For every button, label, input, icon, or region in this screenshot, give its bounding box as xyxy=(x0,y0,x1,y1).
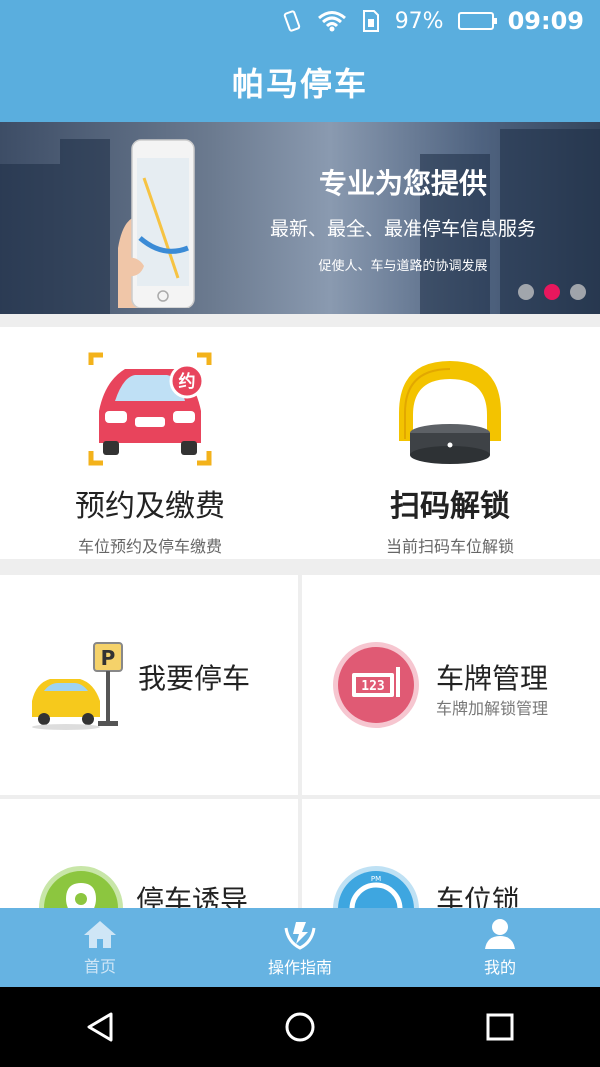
svg-text:P: P xyxy=(101,646,116,670)
battery-icon xyxy=(457,12,497,30)
phone-in-hand-icon xyxy=(118,139,195,308)
reserve-badge-text: 约 xyxy=(179,371,196,392)
car-parking-sign-icon: P xyxy=(32,642,123,730)
building-silhouette xyxy=(60,139,110,314)
feature-row: 约 预约及缴费 车位预约及停车缴费 扫码解锁 当前扫码车位解锁 xyxy=(0,327,600,559)
location-pin-icon xyxy=(39,866,123,908)
banner-text: 专业为您提供 最新、最全、最准停车信息服务 促使人、车与道路的协调发展 xyxy=(258,162,548,274)
guide-hands-icon xyxy=(284,921,316,950)
status-bar: 97% 09:09 xyxy=(0,0,600,42)
parking-lock-gauge-icon: PM xyxy=(333,866,419,908)
scan-unlock-subtitle: 当前扫码车位解锁 xyxy=(385,537,514,556)
nav-home[interactable]: 首页 xyxy=(0,908,200,987)
nav-guide[interactable]: 操作指南 xyxy=(200,908,400,987)
svg-text:PM: PM xyxy=(371,875,381,883)
home-circle-icon[interactable] xyxy=(283,1010,317,1044)
banner-headline: 专业为您提供 xyxy=(318,167,487,200)
reserve-and-pay-card[interactable]: 约 预约及缴费 车位预约及停车缴费 xyxy=(0,327,300,559)
app-bar: 帕马停车 xyxy=(0,42,600,122)
banner-tagline: 促使人、车与道路的协调发展 xyxy=(318,259,488,274)
bottom-nav: 首页 操作指南 我的 xyxy=(0,908,600,987)
sim-icon xyxy=(361,9,381,33)
app-title: 帕马停车 xyxy=(231,65,368,103)
license-plate-icon: 123 xyxy=(333,642,419,728)
scan-unlock-card[interactable]: 扫码解锁 当前扫码车位解锁 xyxy=(300,327,600,559)
user-icon xyxy=(485,918,515,949)
reserve-and-pay-subtitle: 车位预约及停车缴费 xyxy=(77,537,222,556)
wifi-icon xyxy=(317,10,347,32)
carousel-dot-active[interactable] xyxy=(544,284,560,300)
tile-parking-lock[interactable]: PM 车位锁 xyxy=(302,799,600,908)
carousel-dot[interactable] xyxy=(570,284,586,300)
carousel-dot[interactable] xyxy=(518,284,534,300)
clock: 09:09 xyxy=(507,7,584,35)
tile-park-car[interactable]: P 我要停车 xyxy=(0,575,298,795)
promo-banner[interactable]: 专业为您提供 最新、最全、最准停车信息服务 促使人、车与道路的协调发展 xyxy=(0,122,600,314)
recents-icon[interactable] xyxy=(483,1010,517,1044)
scan-unlock-title: 扫码解锁 xyxy=(390,489,510,524)
tile-parking-guidance[interactable]: 停车诱导 xyxy=(0,799,298,908)
tile-plate-management[interactable]: 123 车牌管理 车牌加解锁管理 xyxy=(302,575,600,795)
plate-management-subtitle: 车牌加解锁管理 xyxy=(436,699,549,718)
reserved-car-icon: 约 xyxy=(88,352,212,466)
system-nav-bar xyxy=(0,987,600,1067)
carousel-indicator xyxy=(518,284,586,300)
plate-management-title: 车牌管理 xyxy=(436,662,549,695)
nav-profile[interactable]: 我的 xyxy=(400,908,600,987)
building-silhouette xyxy=(0,164,60,314)
function-grid: P 我要停车 123 车牌管理 车牌加解锁管理 停车诱导 PM 车位锁 xyxy=(0,575,600,908)
back-icon[interactable] xyxy=(83,1010,117,1044)
vibrate-icon xyxy=(281,9,303,33)
nav-profile-label: 我的 xyxy=(483,957,516,977)
home-icon xyxy=(84,920,116,948)
parking-lock-icon xyxy=(399,361,501,464)
parking-lock-title: 车位锁 xyxy=(436,884,521,908)
nav-guide-label: 操作指南 xyxy=(267,957,332,977)
parking-guidance-title: 停车诱导 xyxy=(136,884,249,908)
svg-text:123: 123 xyxy=(361,679,384,694)
reserve-and-pay-title: 预约及缴费 xyxy=(75,489,225,524)
banner-subheadline: 最新、最全、最准停车信息服务 xyxy=(269,218,536,240)
nav-home-label: 首页 xyxy=(83,956,116,976)
park-car-title: 我要停车 xyxy=(138,662,251,695)
battery-percent: 97% xyxy=(394,8,444,34)
